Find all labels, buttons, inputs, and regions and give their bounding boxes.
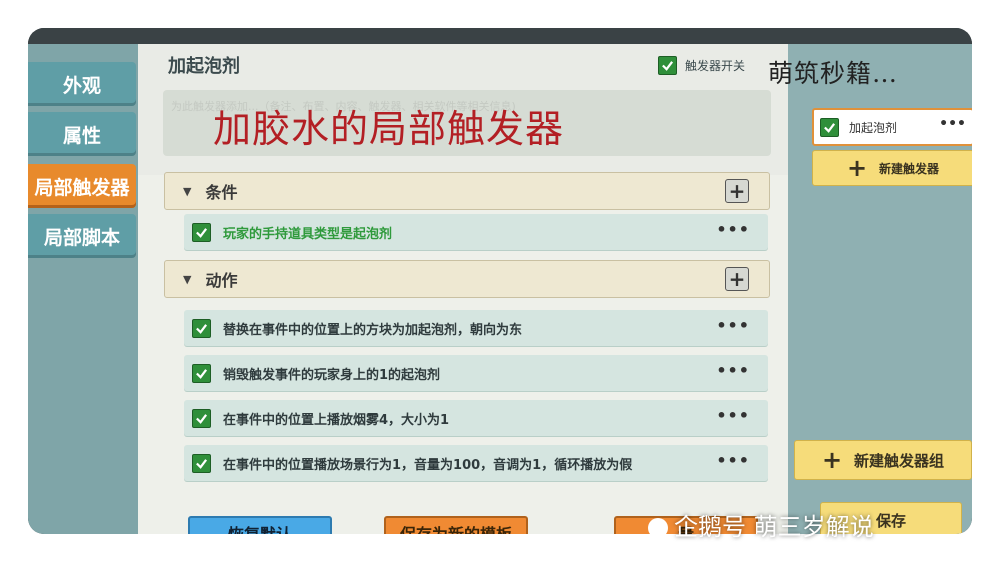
overlay-title: 萌筑秒籍… [768,59,899,88]
action-row[interactable]: 在事件中的位置播放场景行为1，音量为100，音调为1，循环播放为假 ••• [184,445,768,481]
action-section-header[interactable]: ▼ 动作 + [164,260,770,298]
trigger-content-list: ▼ 条件 + 玩家的手持道具类型是起泡剂 ••• ▼ 动作 + 替换在事件中的位… [138,172,788,504]
collapse-arrow-icon: ▼ [183,272,192,286]
collapse-arrow-icon: ▼ [183,184,192,198]
action-row[interactable]: 替换在事件中的位置上的方块为加起泡剂，朝向为东 ••• [184,310,768,346]
tab-appearance-label: 外观 [62,74,101,97]
condition-row[interactable]: 玩家的手持道具类型是起泡剂 ••• [184,214,768,250]
check-icon [196,413,208,424]
action-section-label: 动作 [205,271,238,290]
action-checkbox[interactable] [192,363,211,383]
condition-text: 玩家的手持道具类型是起泡剂 [223,226,393,242]
action-checkbox[interactable] [192,453,211,473]
trigger-switch[interactable]: 触发器开关 [658,56,745,75]
check-icon [824,122,836,133]
new-trigger-group-button[interactable]: + 新建触发器组 [794,440,972,480]
plus-icon: + [821,446,843,474]
condition-checkbox[interactable] [192,222,211,242]
watermark-logo-icon [648,518,668,538]
tab-local-scripts[interactable]: 局部脚本 [28,214,136,258]
reset-default-label: 恢复默认 [228,521,292,534]
more-icon[interactable]: ••• [716,316,750,335]
trigger-switch-label: 触发器开关 [685,59,746,73]
reset-default-button[interactable]: 恢复默认 [188,516,332,534]
action-checkbox[interactable] [192,318,211,338]
overlay-caption: 加胶水的局部触发器 [213,107,565,151]
tab-local-triggers[interactable]: 局部触发器 [28,164,136,208]
condition-section-header[interactable]: ▼ 条件 + [164,172,770,210]
more-icon[interactable]: ••• [716,220,750,239]
tab-attributes-label: 属性 [62,124,101,147]
tab-local-triggers-label: 局部触发器 [34,176,130,199]
new-trigger-group-label: 新建触发器组 [854,451,945,470]
tab-local-scripts-label: 局部脚本 [43,226,120,249]
condition-section-label: 条件 [205,183,238,202]
left-sidebar: 外观 属性 局部触发器 局部脚本 [28,44,138,534]
action-text: 销毁触发事件的玩家身上的1的起泡剂 [223,367,441,383]
more-icon[interactable]: ••• [716,451,750,470]
app-window: 外观 属性 局部触发器 局部脚本 加起泡剂 触发器开关 为此触发器添加...（备… [28,28,972,534]
watermark-text: 企鹅号 萌三岁解说 [674,513,874,541]
watermark: 企鹅号 萌三岁解说 [648,507,874,542]
action-row[interactable]: 销毁触发事件的玩家身上的1的起泡剂 ••• [184,355,768,391]
more-icon[interactable]: ••• [939,116,966,132]
action-text: 在事件中的位置播放场景行为1，音量为100，音调为1，循环播放为假 [223,457,633,473]
trigger-card[interactable]: 加起泡剂 ••• [812,108,972,146]
trigger-switch-checkbox[interactable] [658,56,677,75]
top-bar [28,28,972,44]
add-condition-button[interactable]: + [725,179,749,203]
description-field[interactable]: 为此触发器添加...（备注、布置、内容、触发器、相关软件等相关信息) 加胶水的局… [163,90,771,156]
save-label: 保存 [875,511,906,530]
new-trigger-button[interactable]: + 新建触发器 [812,150,972,186]
editor-header: 加起泡剂 触发器开关 为此触发器添加...（备注、布置、内容、触发器、相关软件等… [138,44,788,175]
action-checkbox[interactable] [192,408,211,428]
check-icon [196,368,208,379]
check-icon [196,458,208,469]
trigger-card-label: 加起泡剂 [849,120,898,135]
trigger-editor: 加起泡剂 触发器开关 为此触发器添加...（备注、布置、内容、触发器、相关软件等… [138,44,788,534]
save-as-template-label: 保存为新的模板 [400,521,512,534]
plus-icon: + [846,154,868,182]
new-trigger-label: 新建触发器 [879,161,940,176]
tab-attributes[interactable]: 属性 [28,112,136,156]
action-text: 在事件中的位置上播放烟雾4，大小为1 [223,412,450,428]
add-action-button[interactable]: + [725,267,749,291]
action-text: 替换在事件中的位置上的方块为加起泡剂，朝向为东 [223,322,523,338]
more-icon[interactable]: ••• [716,361,750,380]
check-icon [196,227,208,238]
trigger-list-panel: 萌筑秒籍… 加起泡剂 ••• + 新建触发器 + 新建触发器组 保存 [768,44,972,534]
action-row[interactable]: 在事件中的位置上播放烟雾4，大小为1 ••• [184,400,768,436]
check-icon [662,61,674,71]
trigger-title: 加起泡剂 [168,56,240,77]
tab-appearance[interactable]: 外观 [28,62,136,106]
check-icon [196,323,208,334]
more-icon[interactable]: ••• [716,406,750,425]
save-as-template-button[interactable]: 保存为新的模板 [384,516,528,534]
trigger-card-checkbox[interactable] [820,117,839,137]
